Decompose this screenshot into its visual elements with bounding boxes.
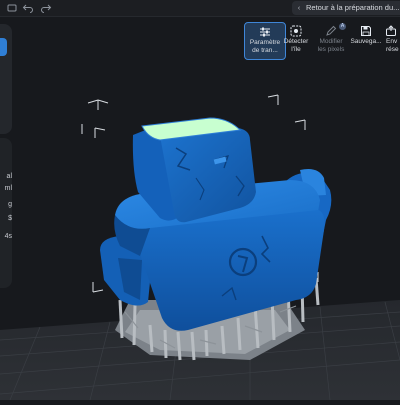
left-info-value-2: ml [4, 185, 12, 192]
redo-icon[interactable] [40, 2, 52, 14]
left-info-value-3: g [8, 201, 12, 208]
export-icon [385, 25, 400, 37]
undo-icon[interactable] [22, 2, 34, 14]
back-to-preparation-label: Retour à la préparation du... [306, 3, 400, 12]
left-info-value-4: $ [8, 215, 12, 222]
detect-island-label-1: Détecter [283, 38, 309, 45]
edit-pixels-label-1: Modifier [319, 38, 343, 45]
3d-viewport[interactable] [0, 16, 400, 401]
left-info-value-5: 4s [4, 233, 12, 240]
edit-pixels-badge: A [339, 23, 346, 30]
send-print-label-2: rése [386, 45, 399, 53]
save-button[interactable]: Sauvega... [346, 22, 386, 58]
chevron-left-icon: ‹ [297, 3, 301, 12]
left-info-panel: al ml g $ 4s [0, 138, 12, 288]
app-menu-icon[interactable] [6, 2, 18, 14]
transform-settings-label-2: de tran... [252, 46, 278, 54]
send-print-button[interactable]: Env rése [382, 22, 400, 58]
send-print-label-1: Env [386, 38, 398, 45]
back-to-preparation-button[interactable]: ‹ Retour à la préparation du... [292, 1, 400, 15]
scene-canvas [0, 94, 400, 401]
detect-island-button[interactable]: Détecter l'île [276, 22, 316, 58]
3d-model[interactable] [100, 117, 332, 331]
detect-island-label-2: l'île [291, 45, 301, 53]
left-info-value-1: al [6, 173, 12, 180]
detect-island-icon [276, 25, 316, 37]
save-icon [346, 25, 386, 37]
save-label-1: Sauvega... [350, 38, 382, 45]
left-toolbar-active-item[interactable] [0, 38, 7, 56]
edit-pixels-button[interactable]: A Modifier les pixels [311, 22, 351, 58]
edit-pixels-label-2: les pixels [317, 45, 345, 53]
title-bar: ‹ Retour à la préparation du... [0, 0, 400, 17]
